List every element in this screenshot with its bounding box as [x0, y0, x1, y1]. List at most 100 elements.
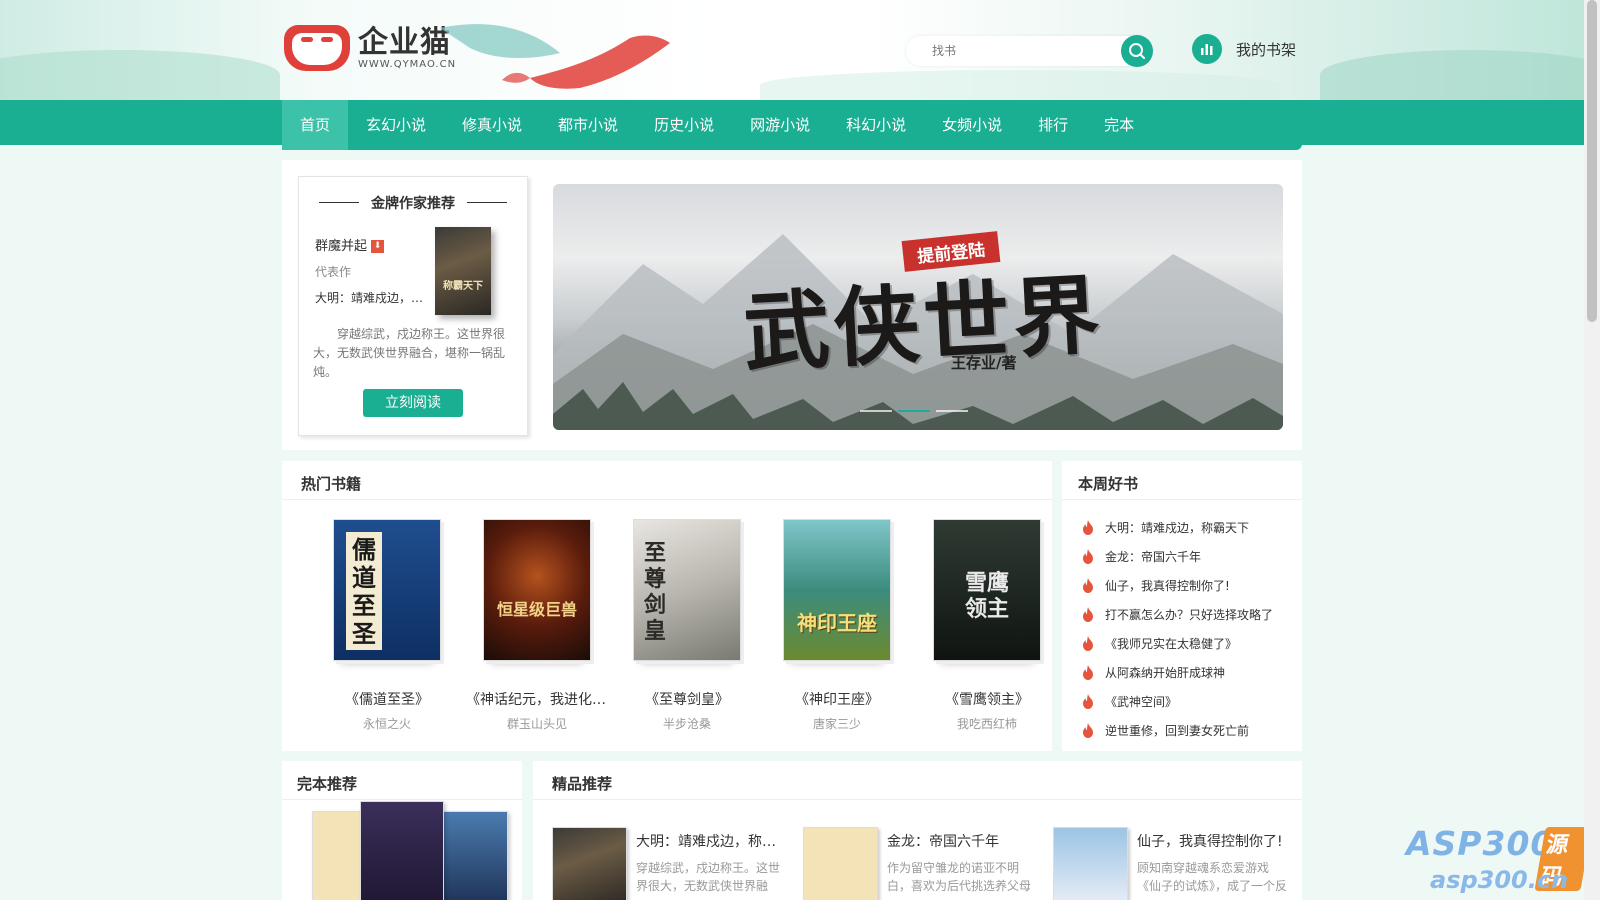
- carousel-dot-1[interactable]: [860, 410, 892, 412]
- watermark-url: asp300.cn: [1430, 866, 1569, 894]
- book-cover[interactable]: [552, 827, 627, 900]
- nav-item-home[interactable]: 首页: [282, 100, 349, 150]
- book-title[interactable]: 仙子，我真得控制你了!: [1137, 831, 1287, 851]
- read-now-button[interactable]: 立刻阅读: [363, 389, 463, 417]
- book-author[interactable]: 我吃西红柿: [912, 715, 1062, 732]
- list-item-title: 《武神空间》: [1105, 695, 1178, 709]
- fire-icon: [1083, 636, 1093, 651]
- search-button[interactable]: [1121, 35, 1153, 67]
- premium-books-section: 精品推荐 大明：靖难戍边，称霸天下 穿越综武，戍边称王。这世界很大，无数武侠世界…: [533, 761, 1302, 900]
- hot-books-section: 热门书籍 儒道至圣 《儒道至圣》 永恒之火 恒星级巨兽 《神话纪元，我进化成了恒…: [282, 461, 1052, 751]
- nav-item-xuanhuan[interactable]: 玄幻小说: [348, 100, 444, 150]
- fire-icon: [1083, 520, 1093, 535]
- page-scrollbar[interactable]: [1584, 0, 1600, 900]
- rep-work-cover[interactable]: 称霸天下: [435, 227, 491, 315]
- book-cover[interactable]: 儒道至圣: [333, 519, 441, 661]
- book-card[interactable]: 儒道至圣 《儒道至圣》 永恒之火: [312, 519, 462, 732]
- bookshelf-label: 我的书架: [1236, 40, 1297, 59]
- list-item[interactable]: 金龙：帝国六千年: [1082, 542, 1292, 571]
- banner-carousel[interactable]: 提前登陆 武侠世界 王存业/著: [553, 184, 1283, 430]
- search-box: [906, 35, 1153, 67]
- book-author[interactable]: 半步沧桑: [612, 715, 762, 732]
- bookshelf-icon: [1192, 34, 1222, 64]
- book-cover[interactable]: [803, 827, 878, 900]
- book-title[interactable]: 金龙：帝国六千年: [887, 831, 1037, 851]
- nav-item-xiuzhen[interactable]: 修真小说: [444, 100, 540, 150]
- book-card[interactable]: 恒星级巨兽 《神话纪元，我进化成了恒星级巨兽》 群玉山头见: [462, 519, 612, 732]
- site-header: 企业猫 WWW.QYMAO.CN 我的书架: [0, 0, 1584, 100]
- list-item[interactable]: 大明：靖难戍边，称霸天下 穿越综武，戍边称王。这世界很大，无数武侠世界融合，堪称…: [552, 827, 792, 900]
- list-item[interactable]: 金龙：帝国六千年 作为留守雏龙的诺亚不明白，喜欢为后代挑选养父母的龙族。: [803, 827, 1043, 900]
- book-card[interactable]: 雪鹰领主 《雪鹰领主》 我吃西红柿: [912, 519, 1062, 732]
- hot-arrow-icon: ⬇: [371, 240, 385, 253]
- book-cover[interactable]: 神印王座: [783, 519, 891, 661]
- list-item[interactable]: 《我师兄实在太稳健了》: [1082, 629, 1292, 658]
- book-cover[interactable]: [360, 801, 444, 900]
- list-item[interactable]: 打不赢怎么办？只好选择攻略了: [1082, 600, 1292, 629]
- rep-work-title[interactable]: 大明：靖难戍边，称霸天下: [315, 289, 425, 306]
- weekly-books-list: 大明：靖难戍边，称霸天下 金龙：帝国六千年 仙子，我真得控制你了! 打不赢怎么办…: [1082, 513, 1292, 745]
- author-description: 穿越综武，戍边称王。这世界很大，无数武侠世界融合，堪称一锅乱炖。: [313, 327, 506, 379]
- search-input[interactable]: [906, 36, 1106, 66]
- banner-author: 王存业/著: [951, 354, 1017, 372]
- list-item[interactable]: 从阿森纳开始肝成球神: [1082, 658, 1292, 687]
- watermark: ASP300 源码 asp300.cn: [1406, 824, 1592, 900]
- nav-item-kehuan[interactable]: 科幻小说: [828, 100, 924, 150]
- book-author[interactable]: 唐家三少: [762, 715, 912, 732]
- list-item-title: 仙子，我真得控制你了!: [1105, 579, 1230, 593]
- nav-item-dushi[interactable]: 都市小说: [540, 100, 636, 150]
- bookshelf-link[interactable]: 我的书架: [1192, 34, 1296, 64]
- rep-work-label: 代表作: [315, 265, 352, 279]
- fire-icon: [1083, 665, 1093, 680]
- book-author[interactable]: 群玉山头见: [462, 715, 612, 732]
- book-description: 顾知南穿越魂系恋爱游戏《仙子的试炼》，成了一个反派。: [1137, 861, 1287, 893]
- divider: [282, 499, 1052, 500]
- premium-books-title: 精品推荐: [552, 775, 613, 793]
- book-cover-text: 儒道至圣: [352, 535, 376, 648]
- list-item-title: 《我师兄实在太稳健了》: [1105, 637, 1238, 651]
- list-item-title: 打不赢怎么办？只好选择攻略了: [1105, 608, 1274, 622]
- book-cover[interactable]: [438, 811, 508, 900]
- book-description: 作为留守雏龙的诺亚不明白，喜欢为后代挑选养父母的龙族。: [887, 861, 1032, 893]
- book-card[interactable]: 神印王座 《神印王座》 唐家三少: [762, 519, 912, 732]
- scrollbar-thumb[interactable]: [1587, 0, 1597, 322]
- book-cover-text: 神印王座: [797, 611, 877, 635]
- nav-item-finished[interactable]: 完本: [1086, 100, 1152, 150]
- header-decoration: [0, 50, 280, 100]
- list-item[interactable]: 仙子，我真得控制你了! 顾知南穿越魂系恋爱游戏《仙子的试炼》，成了一个反派。: [1053, 827, 1293, 900]
- nav-item-wangyou[interactable]: 网游小说: [732, 100, 828, 150]
- divider: [282, 799, 522, 800]
- book-title[interactable]: 《神话纪元，我进化成了恒星级巨兽》: [462, 689, 612, 709]
- book-title[interactable]: 大明：靖难戍边，称霸天下: [636, 831, 786, 851]
- book-cover[interactable]: [1053, 827, 1128, 900]
- carousel-dot-3[interactable]: [936, 410, 968, 412]
- book-cover[interactable]: 恒星级巨兽: [483, 519, 591, 661]
- hot-books-title: 热门书籍: [301, 475, 362, 493]
- gold-author-title: 金牌作家推荐: [299, 193, 527, 213]
- book-cover[interactable]: 雪鹰领主: [933, 519, 1041, 661]
- fire-icon: [1083, 607, 1093, 622]
- book-title[interactable]: 《至尊剑皇》: [612, 689, 762, 709]
- finished-books-stack[interactable]: [312, 801, 508, 900]
- featured-section: 金牌作家推荐 群魔并起⬇ 代表作 大明：靖难戍边，称霸天下 称霸天下 穿越综武，…: [282, 160, 1302, 450]
- divider: [1062, 499, 1302, 500]
- book-title[interactable]: 《儒道至圣》: [312, 689, 462, 709]
- list-item[interactable]: 逆世重修，回到妻女死亡前: [1082, 716, 1292, 745]
- carousel-dot-2[interactable]: [898, 410, 930, 412]
- book-title[interactable]: 《雪鹰领主》: [912, 689, 1062, 709]
- author-name-text: 群魔并起: [315, 239, 368, 254]
- book-card[interactable]: 至尊剑皇 《至尊剑皇》 半步沧桑: [612, 519, 762, 732]
- author-name[interactable]: 群魔并起 ⬇: [315, 235, 385, 254]
- book-author[interactable]: 永恒之火: [312, 715, 462, 732]
- nav-item-ranking[interactable]: 排行: [1020, 100, 1086, 150]
- nav-item-nvpin[interactable]: 女频小说: [924, 100, 1020, 150]
- nav-item-lishi[interactable]: 历史小说: [636, 100, 732, 150]
- list-item[interactable]: 《武神空间》: [1082, 687, 1292, 716]
- book-cover[interactable]: 至尊剑皇: [633, 519, 741, 661]
- banner-title: 武侠世界: [741, 264, 1106, 385]
- book-title[interactable]: 《神印王座》: [762, 689, 912, 709]
- fire-icon: [1083, 578, 1093, 593]
- list-item[interactable]: 大明：靖难戍边，称霸天下: [1082, 513, 1292, 542]
- book-description: 穿越综武，戍边称王。这世界很大，无数武侠世界融合，堪称一锅乱炖。: [636, 861, 781, 893]
- list-item[interactable]: 仙子，我真得控制你了!: [1082, 571, 1292, 600]
